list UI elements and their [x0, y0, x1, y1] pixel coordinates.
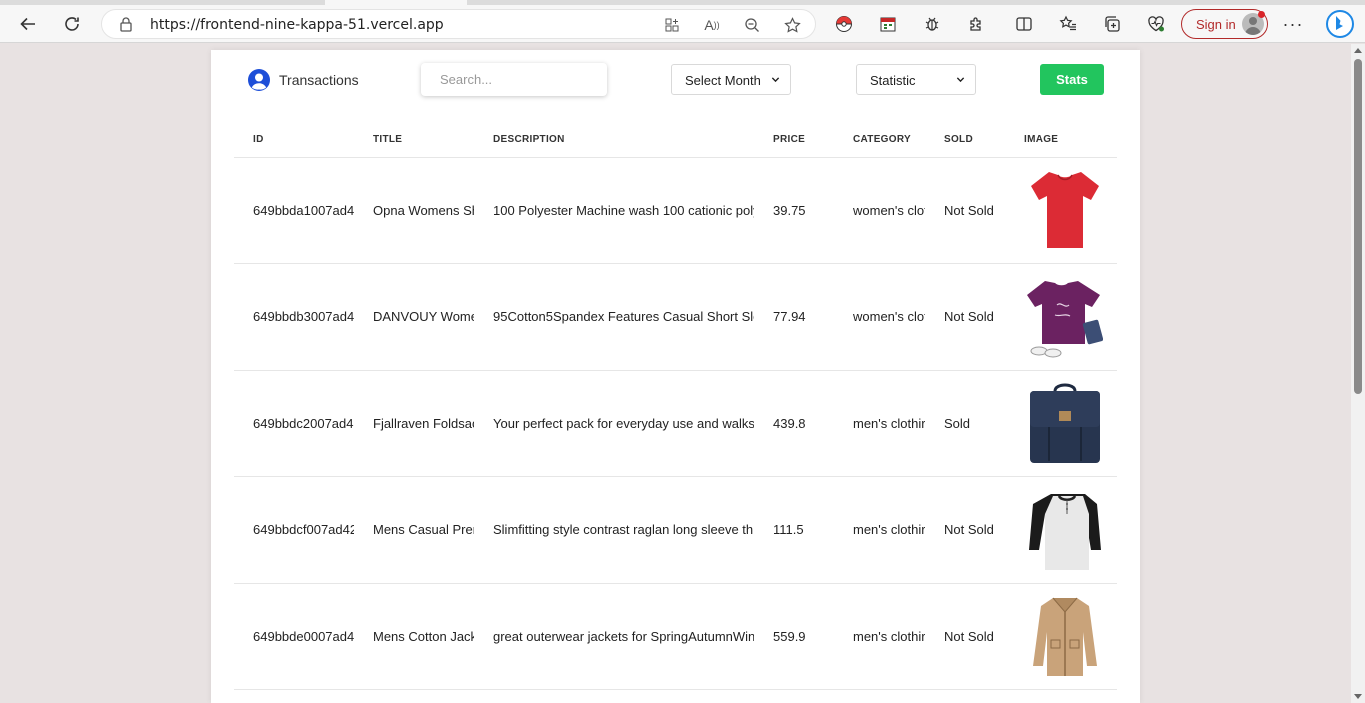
cell-description: Slimfitting style contrast raglan long s…	[474, 476, 754, 584]
extensions-puzzle-icon[interactable]	[963, 11, 989, 37]
favorite-star-icon[interactable]	[779, 12, 805, 38]
user-circle-icon	[248, 69, 270, 91]
cell-description: 95Cotton5Spandex Features Casual Short S…	[474, 263, 754, 371]
cell-sold: Not Sold	[925, 157, 1005, 264]
table-row: 649bbdcf007ad42 Mens Casual Prem Slimfit…	[234, 476, 1117, 584]
column-header-image: IMAGE	[1005, 122, 1117, 158]
table-header-row: ID TITLE DESCRIPTION PRICE CATEGORY SOLD…	[234, 122, 1117, 158]
cell-sold: Not Sold	[925, 476, 1005, 584]
cell-image	[1005, 370, 1117, 477]
back-icon[interactable]	[15, 11, 41, 37]
chevron-down-icon	[771, 77, 780, 83]
cell-title: Opna Womens Sh	[354, 157, 474, 264]
column-header-id: ID	[234, 122, 354, 158]
cell-price: 559.9	[754, 583, 834, 690]
scroll-up-icon[interactable]	[1354, 48, 1362, 53]
column-header-description: DESCRIPTION	[474, 122, 754, 158]
month-select-label: Select Month	[685, 73, 761, 88]
notification-dot	[1258, 11, 1265, 18]
column-header-price: PRICE	[754, 122, 834, 158]
lock-icon[interactable]	[118, 16, 134, 32]
cell-description: Your perfect pack for everyday use and w…	[474, 370, 754, 477]
bug-extension-icon[interactable]	[919, 11, 945, 37]
cell-id: 649bbdc2007ad42	[234, 370, 354, 477]
statistic-select-label: Statistic	[870, 73, 916, 88]
chevron-down-icon	[956, 77, 965, 83]
cell-category: women's clot	[834, 263, 925, 371]
column-header-category: CATEGORY	[834, 122, 925, 158]
browser-essentials-icon[interactable]	[1143, 11, 1169, 37]
cell-category: men's clothir	[834, 370, 925, 477]
cell-image	[1005, 157, 1117, 264]
sign-in-label: Sign in	[1196, 17, 1236, 32]
bing-copilot-icon[interactable]	[1325, 9, 1355, 39]
cell-image	[1005, 263, 1117, 371]
calendar-extension-icon[interactable]	[875, 11, 901, 37]
cell-price: 439.8	[754, 370, 834, 477]
app-available-icon[interactable]	[659, 12, 685, 38]
refresh-icon[interactable]	[59, 11, 85, 37]
brand: Transactions	[247, 68, 359, 92]
table-row: 649bbde0007ad42 Mens Cotton Jack great o…	[234, 583, 1117, 690]
cell-id: 649bbde0007ad42	[234, 583, 354, 690]
cell-sold: Sold	[925, 370, 1005, 477]
cell-id: 649bbdcf007ad42	[234, 476, 354, 584]
page-scrollbar[interactable]	[1351, 44, 1365, 703]
month-select[interactable]: Select Month	[671, 64, 791, 95]
cell-price: 77.94	[754, 263, 834, 371]
cell-category: men's clothir	[834, 476, 925, 584]
scrollbar-thumb[interactable]	[1354, 59, 1362, 394]
sign-in-button[interactable]: Sign in	[1181, 9, 1268, 39]
cell-title: DANVOUY Wome	[354, 263, 474, 371]
cell-title: Mens Cotton Jack	[354, 583, 474, 690]
cell-price: 39.75	[754, 157, 834, 264]
cell-title: Fjallraven Foldsacl	[354, 370, 474, 477]
pokeball-extension-icon[interactable]	[831, 11, 857, 37]
table-row: 649bbdc2007ad42 Fjallraven Foldsacl Your…	[234, 370, 1117, 477]
khaki-jacket-image	[1033, 597, 1097, 677]
column-header-sold: SOLD	[925, 122, 1005, 158]
url-text[interactable]: https://frontend-nine-kappa-51.vercel.ap…	[150, 17, 444, 33]
cell-sold: Not Sold	[925, 263, 1005, 371]
address-bar[interactable]: https://frontend-nine-kappa-51.vercel.ap…	[101, 9, 816, 39]
cell-id: 649bbda1007ad42	[234, 157, 354, 264]
zoom-out-icon[interactable]	[739, 12, 765, 38]
collections-icon[interactable]	[1099, 11, 1125, 37]
raglan-shirt-image	[1029, 493, 1101, 570]
cell-description: 100 Polyester Machine wash 100 cationic …	[474, 157, 754, 264]
more-menu-icon[interactable]: ···	[1280, 11, 1306, 37]
cell-title: Mens Casual Prem	[354, 476, 474, 584]
stats-button[interactable]: Stats	[1040, 64, 1104, 95]
purple-tshirt-image	[1027, 280, 1103, 358]
cell-image	[1005, 476, 1117, 584]
cell-category: women's clot	[834, 157, 925, 264]
cell-id: 649bbdb3007ad42	[234, 263, 354, 371]
split-screen-icon[interactable]	[1011, 11, 1037, 37]
browser-toolbar: https://frontend-nine-kappa-51.vercel.ap…	[0, 5, 1365, 43]
brand-label: Transactions	[279, 72, 359, 88]
red-tshirt-image	[1031, 172, 1099, 249]
statistic-select[interactable]: Statistic	[856, 64, 976, 95]
column-header-title: TITLE	[354, 122, 474, 158]
cell-price: 111.5	[754, 476, 834, 584]
scroll-down-icon[interactable]	[1354, 694, 1362, 699]
transactions-table: ID TITLE DESCRIPTION PRICE CATEGORY SOLD…	[234, 122, 1117, 690]
transactions-card: Transactions Select Month Statistic Stat…	[211, 50, 1140, 703]
cell-category: men's clothir	[834, 583, 925, 690]
read-aloud-icon[interactable]: A))	[699, 12, 725, 38]
navy-backpack-image	[1030, 383, 1100, 464]
favorites-list-icon[interactable]	[1055, 11, 1081, 37]
cell-description: great outerwear jackets for SpringAutumn…	[474, 583, 754, 690]
table-row: 649bbda1007ad42 Opna Womens Sh 100 Polye…	[234, 157, 1117, 264]
search-input[interactable]	[421, 63, 607, 96]
cell-image	[1005, 583, 1117, 690]
table-row: 649bbdb3007ad42 DANVOUY Wome 95Cotton5Sp…	[234, 263, 1117, 371]
cell-sold: Not Sold	[925, 583, 1005, 690]
